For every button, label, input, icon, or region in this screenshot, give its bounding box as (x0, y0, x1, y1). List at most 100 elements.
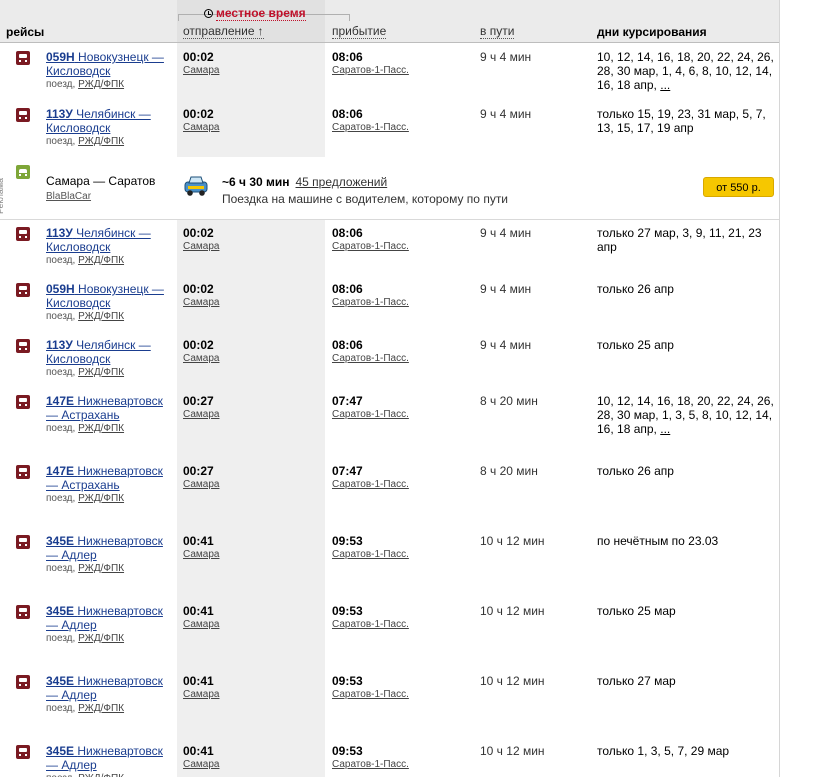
running-days: 10, 12, 14, 16, 18, 20, 22, 24, 26, 28, … (597, 394, 775, 436)
carrier-link[interactable]: РЖД/ФПК (78, 367, 124, 378)
trip-row: 147Е Нижневартовск — Астрахань поезд, РЖ… (0, 457, 779, 528)
ad-label: Реклама (0, 171, 10, 221)
arrival-cell: 07:47 Саратов-1-Пасс. (332, 464, 409, 491)
arrival-time: 09:53 (332, 744, 363, 758)
arrival-station-link[interactable]: Саратов-1-Пасс. (332, 352, 409, 365)
arrival-station-link[interactable]: Саратов-1-Пасс. (332, 121, 409, 134)
departure-station-link[interactable]: Самара (183, 408, 219, 421)
running-days: только 25 апр (597, 338, 775, 352)
trip-row: 059Н Новокузнецк — Кисловодск поезд, РЖД… (0, 275, 779, 332)
schedule-page: местное время рейсы отправление ↑ прибыти… (0, 0, 820, 777)
trip-kind: поезд, (46, 633, 76, 644)
departure-station-link[interactable]: Самара (183, 121, 219, 134)
running-days: только 27 мар, 3, 9, 11, 21, 23 апр (597, 226, 775, 254)
trip-route: 059Н Новокузнецк — Кисловодск поезд, РЖД… (46, 282, 171, 323)
ad-provider-link[interactable]: BlaBlaCar (46, 189, 155, 205)
column-arrival[interactable]: прибытие (332, 25, 387, 39)
trip-duration: 10 ч 12 мин (480, 744, 545, 758)
train-icon (16, 465, 30, 479)
trip-link[interactable]: 345Е Нижневартовск — Адлер (46, 744, 163, 772)
trip-link[interactable]: 113У Челябинск — Кисловодск (46, 226, 151, 254)
running-days-text: только 15, 19, 23, 31 мар, 5, 7, 13, 15,… (597, 107, 766, 135)
departure-station-link[interactable]: Самара (183, 618, 219, 631)
arrival-station-link[interactable]: Саратов-1-Пасс. (332, 618, 409, 631)
trip-type: поезд, РЖД/ФПК (46, 492, 171, 505)
running-days: только 15, 19, 23, 31 мар, 5, 7, 13, 15,… (597, 107, 775, 135)
departure-station-link[interactable]: Самара (183, 240, 219, 253)
departure-station-link[interactable]: Самара (183, 64, 219, 77)
arrival-cell: 07:47 Саратов-1-Пасс. (332, 394, 409, 421)
trip-link[interactable]: 147Е Нижневартовск — Астрахань (46, 394, 163, 422)
ad-price-button[interactable]: от 550 р. (703, 177, 774, 197)
arrival-time: 08:06 (332, 226, 363, 240)
trip-link[interactable]: 113У Челябинск — Кисловодск (46, 107, 151, 135)
arrival-cell: 09:53 Саратов-1-Пасс. (332, 604, 409, 631)
trip-link[interactable]: 345Е Нижневартовск — Адлер (46, 604, 163, 632)
carrier-link[interactable]: РЖД/ФПК (78, 311, 124, 322)
carrier-link[interactable]: РЖД/ФПК (78, 563, 124, 574)
carrier-link[interactable]: РЖД/ФПК (78, 79, 124, 90)
carrier-link[interactable]: РЖД/ФПК (78, 423, 124, 434)
arrival-time: 07:47 (332, 464, 363, 478)
departure-time: 00:41 (183, 744, 214, 758)
trip-row: 345Е Нижневартовск — Адлер поезд, РЖД/ФП… (0, 527, 779, 598)
departure-station-link[interactable]: Самара (183, 548, 219, 561)
trip-link[interactable]: 059Н Новокузнецк — Кисловодск (46, 282, 164, 310)
departure-cell: 00:27 Самара (183, 464, 219, 491)
trip-route: 345Е Нижневартовск — Адлер поезд, РЖД/ФП… (46, 604, 171, 645)
trip-row: 113У Челябинск — Кисловодск поезд, РЖД/Ф… (0, 219, 779, 276)
departure-station-link[interactable]: Самара (183, 352, 219, 365)
carrier-link[interactable]: РЖД/ФПК (78, 493, 124, 504)
carrier-link[interactable]: РЖД/ФПК (78, 633, 124, 644)
carrier-link[interactable]: РЖД/ФПК (78, 773, 124, 777)
column-trips: рейсы (6, 25, 45, 39)
train-number: 059Н (46, 50, 75, 64)
column-days: дни курсирования (597, 25, 707, 39)
trip-type: поезд, РЖД/ФПК (46, 366, 171, 379)
departure-station-link[interactable]: Самара (183, 758, 219, 771)
running-days-text: только 26 апр (597, 464, 674, 478)
train-icon (16, 395, 30, 409)
departure-station-link[interactable]: Самара (183, 478, 219, 491)
trip-link[interactable]: 147Е Нижневартовск — Астрахань (46, 464, 163, 492)
departure-station-link[interactable]: Самара (183, 688, 219, 701)
train-icon (16, 283, 30, 297)
more-days-link[interactable]: ... (660, 422, 670, 436)
trip-link[interactable]: 113У Челябинск — Кисловодск (46, 338, 151, 366)
arrival-station-link[interactable]: Саратов-1-Пасс. (332, 296, 409, 309)
more-days-link[interactable]: ... (660, 78, 670, 92)
arrival-station-link[interactable]: Саратов-1-Пасс. (332, 64, 409, 77)
arrival-time: 09:53 (332, 604, 363, 618)
arrival-station-link[interactable]: Саратов-1-Пасс. (332, 688, 409, 701)
arrival-station-link[interactable]: Саратов-1-Пасс. (332, 548, 409, 561)
trip-link[interactable]: 345Е Нижневартовск — Адлер (46, 534, 163, 562)
departure-station-link[interactable]: Самара (183, 296, 219, 309)
trip-duration: 9 ч 4 мин (480, 338, 532, 352)
trip-duration: 10 ч 12 мин (480, 674, 545, 688)
trip-link[interactable]: 345Е Нижневартовск — Адлер (46, 674, 163, 702)
arrival-station-link[interactable]: Саратов-1-Пасс. (332, 408, 409, 421)
ad-route-name[interactable]: Самара — Саратов (46, 173, 155, 189)
column-departure-label: отправление (183, 24, 255, 38)
trip-kind: поезд, (46, 703, 76, 714)
trip-route: 345Е Нижневартовск — Адлер поезд, РЖД/ФП… (46, 744, 171, 777)
ad-offers-link[interactable]: 45 предложений (296, 175, 388, 189)
carrier-link[interactable]: РЖД/ФПК (78, 255, 124, 266)
arrival-station-link[interactable]: Саратов-1-Пасс. (332, 758, 409, 771)
column-duration[interactable]: в пути (480, 25, 515, 39)
carrier-link[interactable]: РЖД/ФПК (78, 703, 124, 714)
departure-cell: 00:02 Самара (183, 107, 219, 134)
local-time-link[interactable]: местное время (216, 7, 306, 21)
trip-type: поезд, РЖД/ФПК (46, 632, 171, 645)
arrival-station-link[interactable]: Саратов-1-Пасс. (332, 240, 409, 253)
trip-row: 113У Челябинск — Кисловодск поезд, РЖД/Ф… (0, 331, 779, 388)
trip-row: 059Н Новокузнецк — Кисловодск поезд, РЖД… (0, 43, 779, 101)
arrival-station-link[interactable]: Саратов-1-Пасс. (332, 478, 409, 491)
trip-kind: поезд, (46, 311, 76, 322)
running-days-text: только 25 апр (597, 338, 674, 352)
carrier-link[interactable]: РЖД/ФПК (78, 136, 124, 147)
trip-kind: поезд, (46, 773, 75, 777)
column-departure[interactable]: отправление ↑ (183, 25, 264, 39)
trip-link[interactable]: 059Н Новокузнецк — Кисловодск (46, 50, 164, 78)
running-days: только 1, 3, 5, 7, 29 мар (597, 744, 775, 758)
